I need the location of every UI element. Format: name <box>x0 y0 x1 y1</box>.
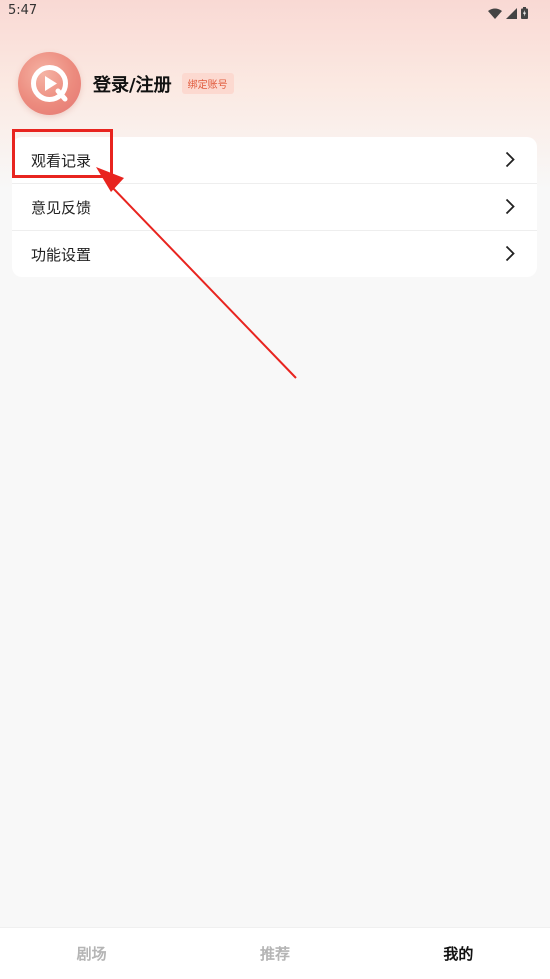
tab-theater[interactable]: 剧场 <box>0 928 183 979</box>
bottom-nav: 剧场 推荐 我的 <box>0 927 550 979</box>
annotation-arrow <box>96 167 297 379</box>
tab-recommend[interactable]: 推荐 <box>183 928 366 979</box>
tab-mine[interactable]: 我的 <box>367 928 550 979</box>
